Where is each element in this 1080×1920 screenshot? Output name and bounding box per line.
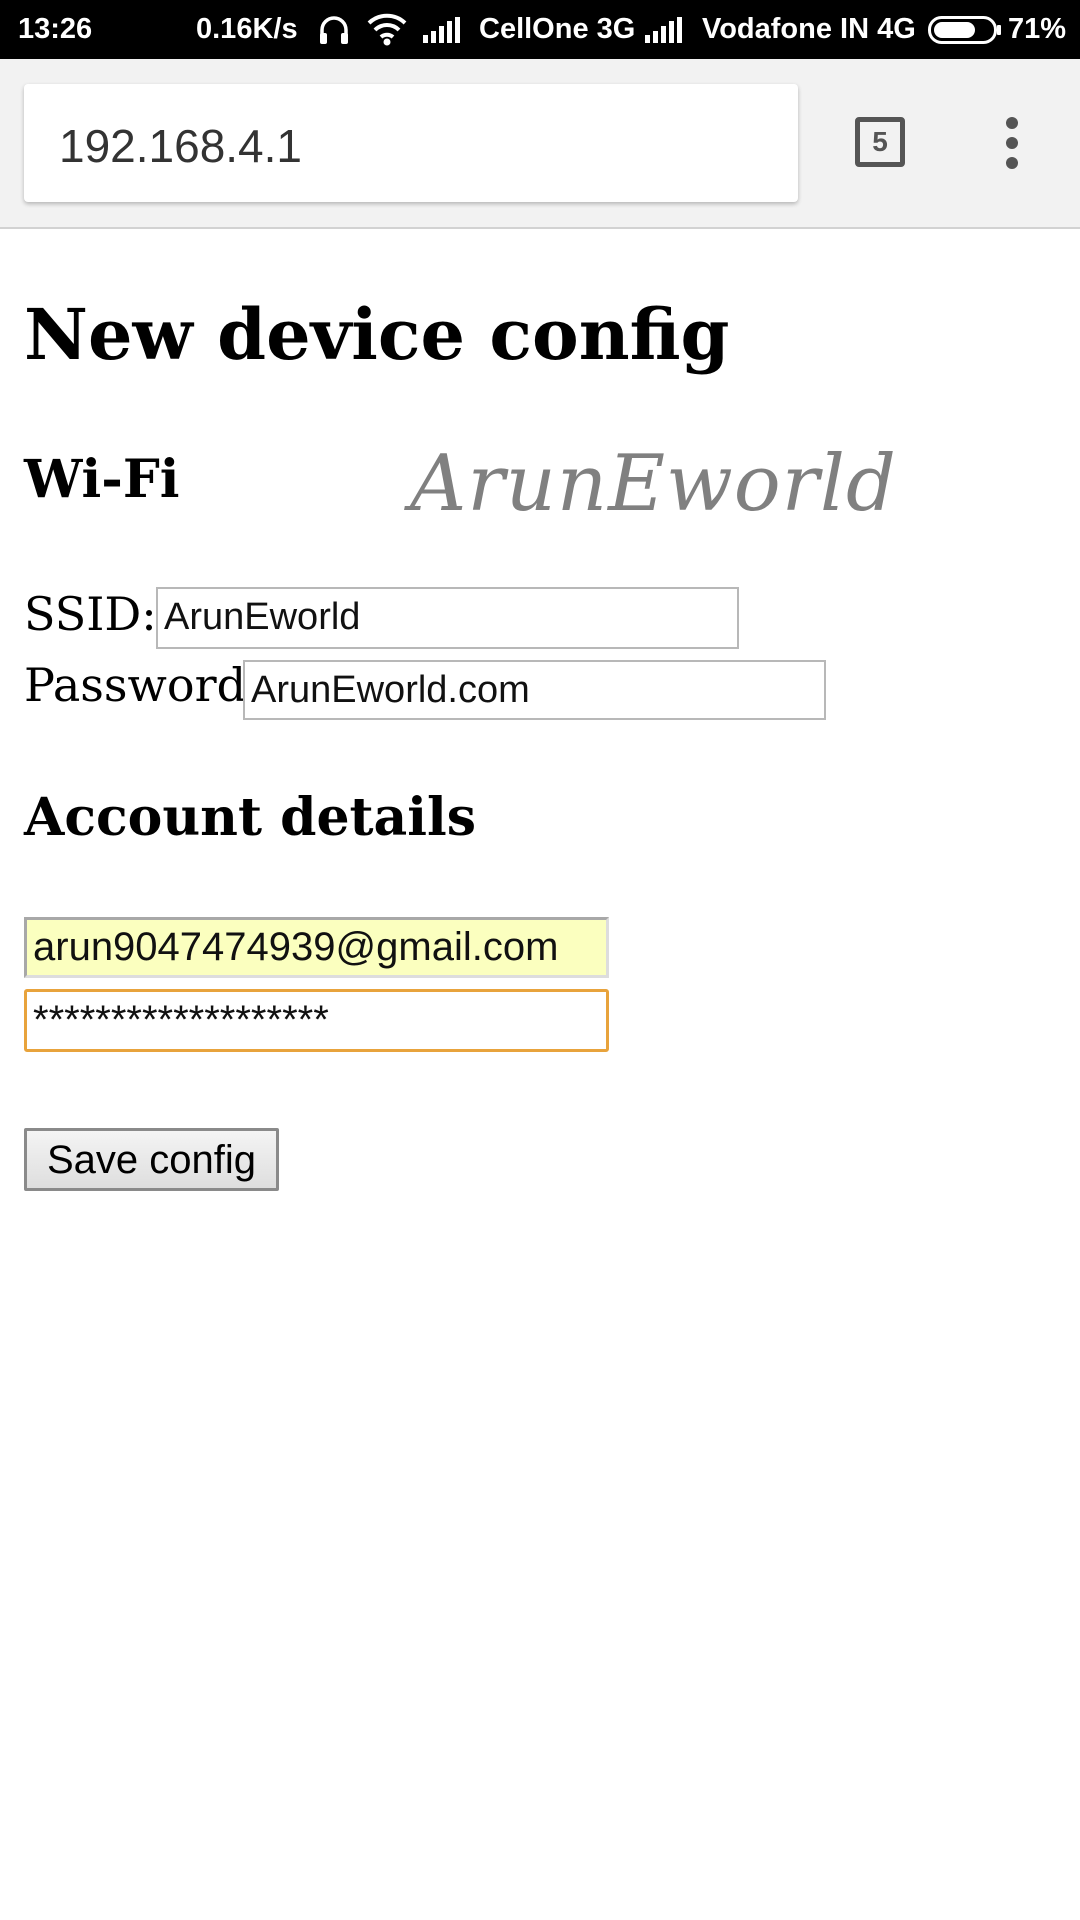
battery-icon (928, 16, 1002, 52)
network-speed: 0.16K/s (196, 13, 298, 45)
account-email-input[interactable]: arun9047474939@gmail.com (24, 917, 609, 978)
wifi-password-value: ArunEworld.com (251, 669, 530, 711)
tab-count: 5 (872, 126, 888, 157)
account-details-heading: Account details (24, 787, 477, 848)
overflow-menu-icon[interactable] (1000, 117, 1024, 169)
account-email-value: arun9047474939@gmail.com (33, 925, 559, 969)
carrier-2-label: Vodafone IN 4G (702, 13, 916, 45)
ssid-input[interactable]: ArunEworld (156, 587, 739, 649)
wifi-password-label: Password (24, 658, 247, 712)
status-bar: 13:26 0.16K/s CellOne 3G Vodafone IN 4G … (0, 0, 1080, 59)
wifi-heading: Wi-Fi (24, 449, 180, 510)
tab-switcher-button[interactable]: 5 (855, 117, 905, 167)
wifi-password-input[interactable]: ArunEworld.com (243, 660, 826, 720)
page-title: New device config (24, 293, 730, 376)
ssid-label: SSID: (24, 587, 157, 641)
account-password-value: ******************* (33, 998, 329, 1042)
battery-percent: 71% (1008, 13, 1067, 45)
address-bar[interactable]: 192.168.4.1 (24, 84, 798, 202)
account-password-input[interactable]: ******************* (24, 989, 609, 1052)
headphones-icon (317, 14, 351, 54)
signal-strength-icon (423, 17, 463, 51)
save-config-button[interactable]: Save config (24, 1128, 279, 1191)
ssid-value: ArunEworld (164, 596, 361, 638)
carrier-1-label: CellOne 3G (479, 13, 636, 45)
wifi-icon (367, 12, 407, 54)
status-time: 13:26 (18, 13, 93, 45)
url-text: 192.168.4.1 (59, 120, 303, 172)
aruneworld-logo: ArunEworld (410, 439, 897, 529)
signal-strength-icon (645, 17, 685, 51)
browser-toolbar: 192.168.4.1 5 (0, 59, 1080, 229)
